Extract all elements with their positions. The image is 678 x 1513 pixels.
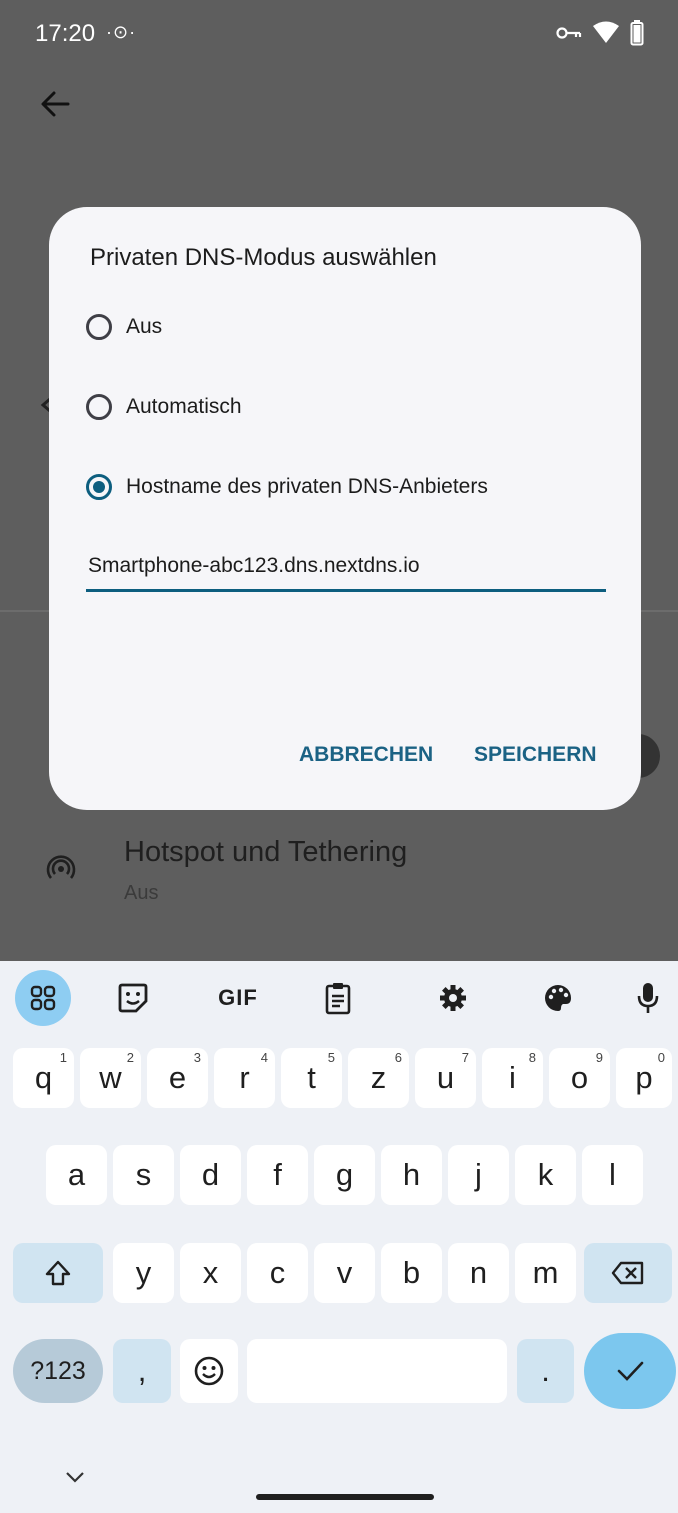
radio-button[interactable]	[86, 314, 112, 340]
clipboard-icon[interactable]	[315, 975, 361, 1021]
key-char: q	[34, 1060, 53, 1095]
gif-label: GIF	[218, 985, 258, 1010]
sticker-icon[interactable]	[110, 975, 156, 1021]
key-char: o	[570, 1060, 589, 1095]
status-time: 17:20	[35, 20, 96, 47]
cancel-button[interactable]: ABBRECHEN	[299, 743, 433, 767]
wifi-icon	[593, 21, 619, 43]
radio-label: Automatisch	[126, 395, 242, 418]
key-char: u	[436, 1060, 455, 1095]
gesture-nav-bar[interactable]	[256, 1494, 434, 1500]
vpn-key-icon	[556, 27, 582, 39]
mic-icon[interactable]	[625, 975, 671, 1021]
shift-icon	[45, 1260, 71, 1286]
keyboard-toolbar: GIF	[0, 961, 678, 1031]
key-hint: 4	[260, 1050, 268, 1065]
backspace-key[interactable]	[584, 1243, 672, 1303]
settings-icon[interactable]	[430, 975, 476, 1021]
comma-key[interactable]: ,	[113, 1339, 171, 1403]
hide-keyboard-chevron-icon[interactable]	[64, 1470, 86, 1484]
key-hint: 5	[327, 1050, 335, 1065]
key-x[interactable]: x	[180, 1243, 241, 1303]
key-hint: 1	[59, 1050, 67, 1065]
key-s[interactable]: s	[113, 1145, 174, 1205]
symbols-key[interactable]: ?123	[13, 1339, 103, 1403]
hotspot-icon	[46, 855, 76, 879]
radio-label: Aus	[126, 315, 163, 338]
key-a[interactable]: a	[46, 1145, 107, 1205]
radio-label: Hostname des privaten DNS-Anbieters	[126, 475, 488, 498]
gif-icon[interactable]: GIF	[215, 975, 261, 1021]
key-d[interactable]: d	[180, 1145, 241, 1205]
key-char: w	[99, 1060, 122, 1095]
key-char: t	[307, 1060, 316, 1095]
key-p[interactable]: p0	[616, 1048, 672, 1108]
key-e[interactable]: e3	[147, 1048, 208, 1108]
key-hint: 9	[595, 1050, 603, 1065]
key-hint: 3	[193, 1050, 201, 1065]
emoji-icon	[194, 1356, 224, 1386]
key-t[interactable]: t5	[281, 1048, 342, 1108]
key-i[interactable]: i8	[482, 1048, 543, 1108]
key-l[interactable]: l	[582, 1145, 643, 1205]
dialog-title: Privaten DNS-Modus auswählen	[90, 244, 437, 271]
shift-key[interactable]	[13, 1243, 103, 1303]
key-q[interactable]: q1	[13, 1048, 74, 1108]
key-hint: 0	[657, 1050, 665, 1065]
key-char: p	[635, 1060, 653, 1095]
status-icons	[556, 20, 644, 46]
done-key[interactable]	[584, 1333, 676, 1409]
key-hint: 7	[461, 1050, 469, 1065]
radio-option-off[interactable]: Aus	[86, 305, 162, 349]
hotspot-title: Hotspot und Tethering	[124, 836, 408, 868]
key-char: z	[370, 1060, 387, 1095]
key-hint: 2	[126, 1050, 134, 1065]
key-j[interactable]: j	[448, 1145, 509, 1205]
key-h[interactable]: h	[381, 1145, 442, 1205]
radio-button[interactable]	[86, 394, 112, 420]
key-b[interactable]: b	[381, 1243, 442, 1303]
key-o[interactable]: o9	[549, 1048, 610, 1108]
apps-grid-icon[interactable]	[15, 970, 71, 1026]
key-z[interactable]: z6	[348, 1048, 409, 1108]
back-arrow-icon[interactable]	[35, 84, 75, 124]
space-bar[interactable]	[247, 1339, 507, 1403]
radio-option-automatic[interactable]: Automatisch	[86, 385, 242, 429]
key-g[interactable]: g	[314, 1145, 375, 1205]
radio-button-selected[interactable]	[86, 474, 112, 500]
key-u[interactable]: u7	[415, 1048, 476, 1108]
hotspot-status: Aus	[124, 882, 159, 904]
key-c[interactable]: c	[247, 1243, 308, 1303]
battery-icon	[630, 20, 644, 46]
key-y[interactable]: y	[113, 1243, 174, 1303]
key-w[interactable]: w2	[80, 1048, 141, 1108]
backspace-icon	[611, 1261, 644, 1285]
key-char: i	[509, 1060, 516, 1095]
soft-keyboard: GIF q 1 w 2 e 3 r 4 t 5 z 6 u 7 i 8 o 9 …	[0, 961, 678, 1513]
radio-option-hostname[interactable]: Hostname des privaten DNS-Anbieters	[86, 465, 488, 509]
key-hint: 8	[528, 1050, 536, 1065]
key-r[interactable]: r4	[214, 1048, 275, 1108]
private-dns-dialog: Privaten DNS-Modus auswählen Aus Automat…	[49, 207, 641, 810]
dns-hostname-input[interactable]	[86, 542, 606, 592]
key-m[interactable]: m	[515, 1243, 576, 1303]
key-v[interactable]: v	[314, 1243, 375, 1303]
key-char: e	[168, 1060, 187, 1095]
check-icon	[617, 1361, 644, 1381]
save-button[interactable]: SPEICHERN	[474, 743, 597, 767]
status-bar: 17:20 ·⊙·	[0, 0, 678, 70]
status-notification-icons: ·⊙·	[106, 22, 137, 42]
period-key[interactable]: .	[517, 1339, 574, 1403]
key-f[interactable]: f	[247, 1145, 308, 1205]
palette-icon[interactable]	[535, 975, 581, 1021]
key-char: r	[239, 1060, 250, 1095]
key-hint: 6	[394, 1050, 402, 1065]
emoji-key[interactable]	[180, 1339, 238, 1403]
key-n[interactable]: n	[448, 1243, 509, 1303]
key-k[interactable]: k	[515, 1145, 576, 1205]
